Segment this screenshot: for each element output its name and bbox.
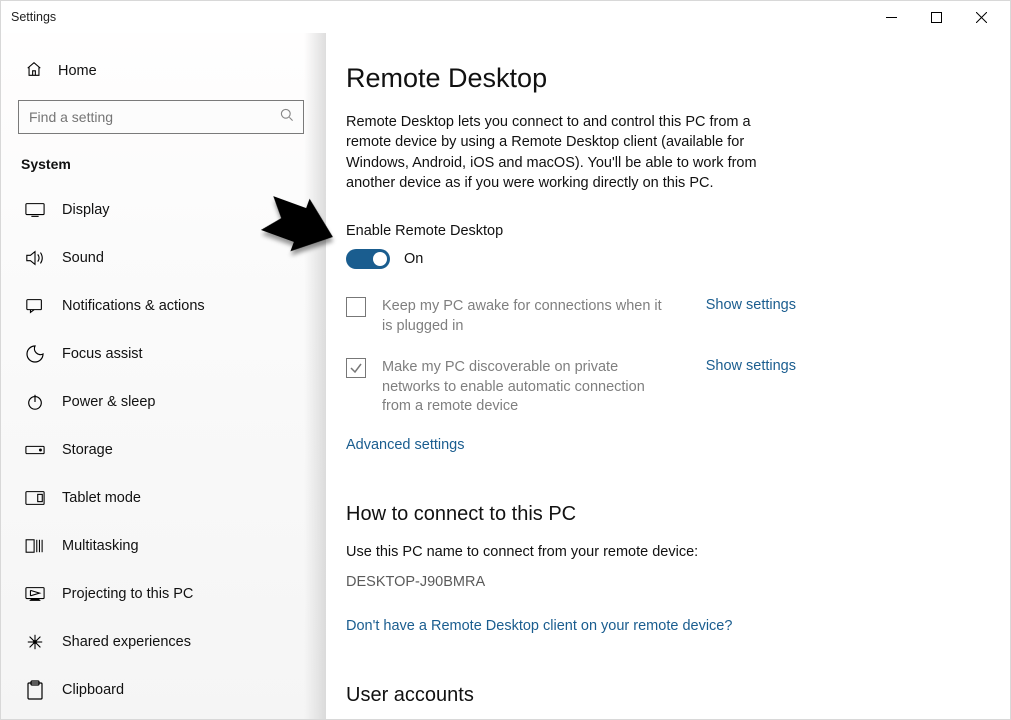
discoverable-show-settings-link[interactable]: Show settings [706,358,796,374]
maximize-button[interactable] [914,3,959,31]
sidebar-item-multitasking[interactable]: Multitasking [15,522,316,570]
enable-label: Enable Remote Desktop [346,223,980,239]
window-title: Settings [11,10,56,24]
sidebar-item-label: Power & sleep [62,394,156,410]
search-input[interactable] [29,109,279,125]
multitasking-icon [25,538,45,554]
user-accounts-header: User accounts [346,684,980,707]
sidebar-item-label: Display [62,202,110,218]
sidebar-item-label: Sound [62,250,104,266]
options-grid: Keep my PC awake for connections when it… [346,297,796,417]
projecting-icon [25,586,45,602]
sidebar-item-label: Notifications & actions [62,298,205,314]
sidebar-item-label: Multitasking [62,538,139,554]
home-label: Home [58,63,97,79]
display-icon [25,202,45,218]
home-nav[interactable]: Home [15,50,316,100]
titlebar: Settings [1,1,1010,33]
sidebar-item-label: Clipboard [62,682,124,698]
window-buttons [869,3,1004,31]
sidebar-item-notifications[interactable]: Notifications & actions [15,282,316,330]
sidebar-item-power-sleep[interactable]: Power & sleep [15,378,316,426]
page-description: Remote Desktop lets you connect to and c… [346,112,796,193]
main-content: Remote Desktop Remote Desktop lets you c… [326,33,1010,719]
toggle-knob [373,252,387,266]
sidebar-item-display[interactable]: Display [15,186,316,234]
close-button[interactable] [959,3,1004,31]
sidebar-item-clipboard[interactable]: Clipboard [15,666,316,714]
page-title: Remote Desktop [346,63,980,94]
section-header: System [15,134,316,186]
sidebar-item-label: Focus assist [62,346,143,362]
notifications-icon [25,297,45,315]
window-body: Home System Display Sound [1,33,1010,719]
storage-icon [25,443,45,457]
focus-assist-icon [25,344,45,364]
sidebar-item-label: Storage [62,442,113,458]
sound-icon [25,249,45,267]
sidebar-item-storage[interactable]: Storage [15,426,316,474]
discoverable-text: Make my PC discoverable on private netwo… [382,358,662,417]
pc-name: DESKTOP-J90BMRA [346,574,980,590]
sidebar-item-sound[interactable]: Sound [15,234,316,282]
sidebar-item-projecting[interactable]: Projecting to this PC [15,570,316,618]
sidebar-item-focus-assist[interactable]: Focus assist [15,330,316,378]
discoverable-checkbox[interactable] [346,358,366,378]
keep-awake-show-settings-link[interactable]: Show settings [706,297,796,313]
sidebar-item-tablet-mode[interactable]: Tablet mode [15,474,316,522]
power-icon [25,393,45,411]
sidebar-item-label: Tablet mode [62,490,141,506]
tablet-mode-icon [25,490,45,506]
keep-awake-text: Keep my PC awake for connections when it… [382,297,662,336]
no-client-link[interactable]: Don't have a Remote Desktop client on yo… [346,618,732,634]
clipboard-icon [25,680,45,700]
sidebar-item-shared-experiences[interactable]: Shared experiences [15,618,316,666]
shared-experiences-icon [25,633,45,651]
advanced-settings-link[interactable]: Advanced settings [346,437,465,453]
nav-list: Display Sound Notifications & actions Fo… [15,186,316,714]
enable-toggle-row: On [346,249,980,269]
sidebar-item-label: Projecting to this PC [62,586,193,602]
search-icon [279,107,295,127]
sidebar-item-label: Shared experiences [62,634,191,650]
toggle-state-label: On [404,251,423,267]
minimize-button[interactable] [869,3,914,31]
connect-header: How to connect to this PC [346,503,980,526]
home-icon [25,60,43,82]
sidebar: Home System Display Sound [1,33,326,719]
search-box[interactable] [18,100,304,134]
connect-text: Use this PC name to connect from your re… [346,544,980,560]
enable-toggle[interactable] [346,249,390,269]
keep-awake-checkbox[interactable] [346,297,366,317]
settings-window: Settings Home System [0,0,1011,720]
